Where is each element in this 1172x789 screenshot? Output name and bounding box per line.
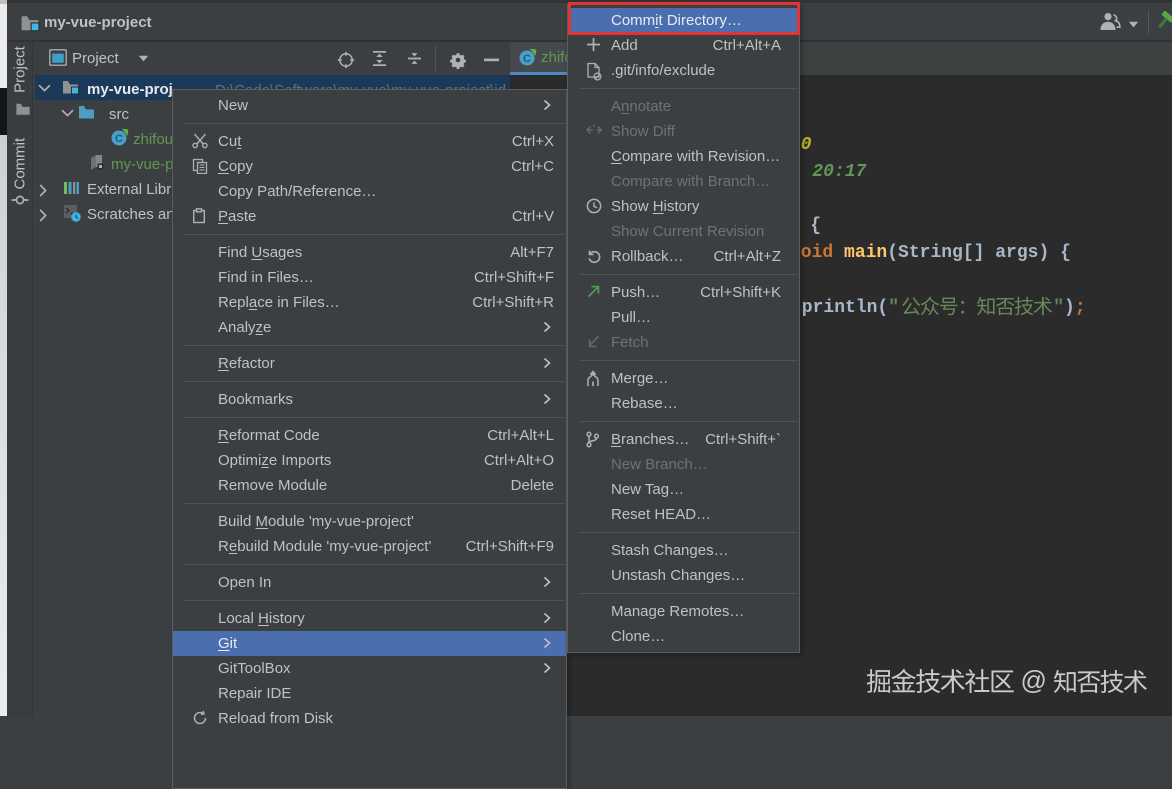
svg-text:C: C (523, 53, 531, 65)
svg-text:C: C (115, 133, 123, 145)
